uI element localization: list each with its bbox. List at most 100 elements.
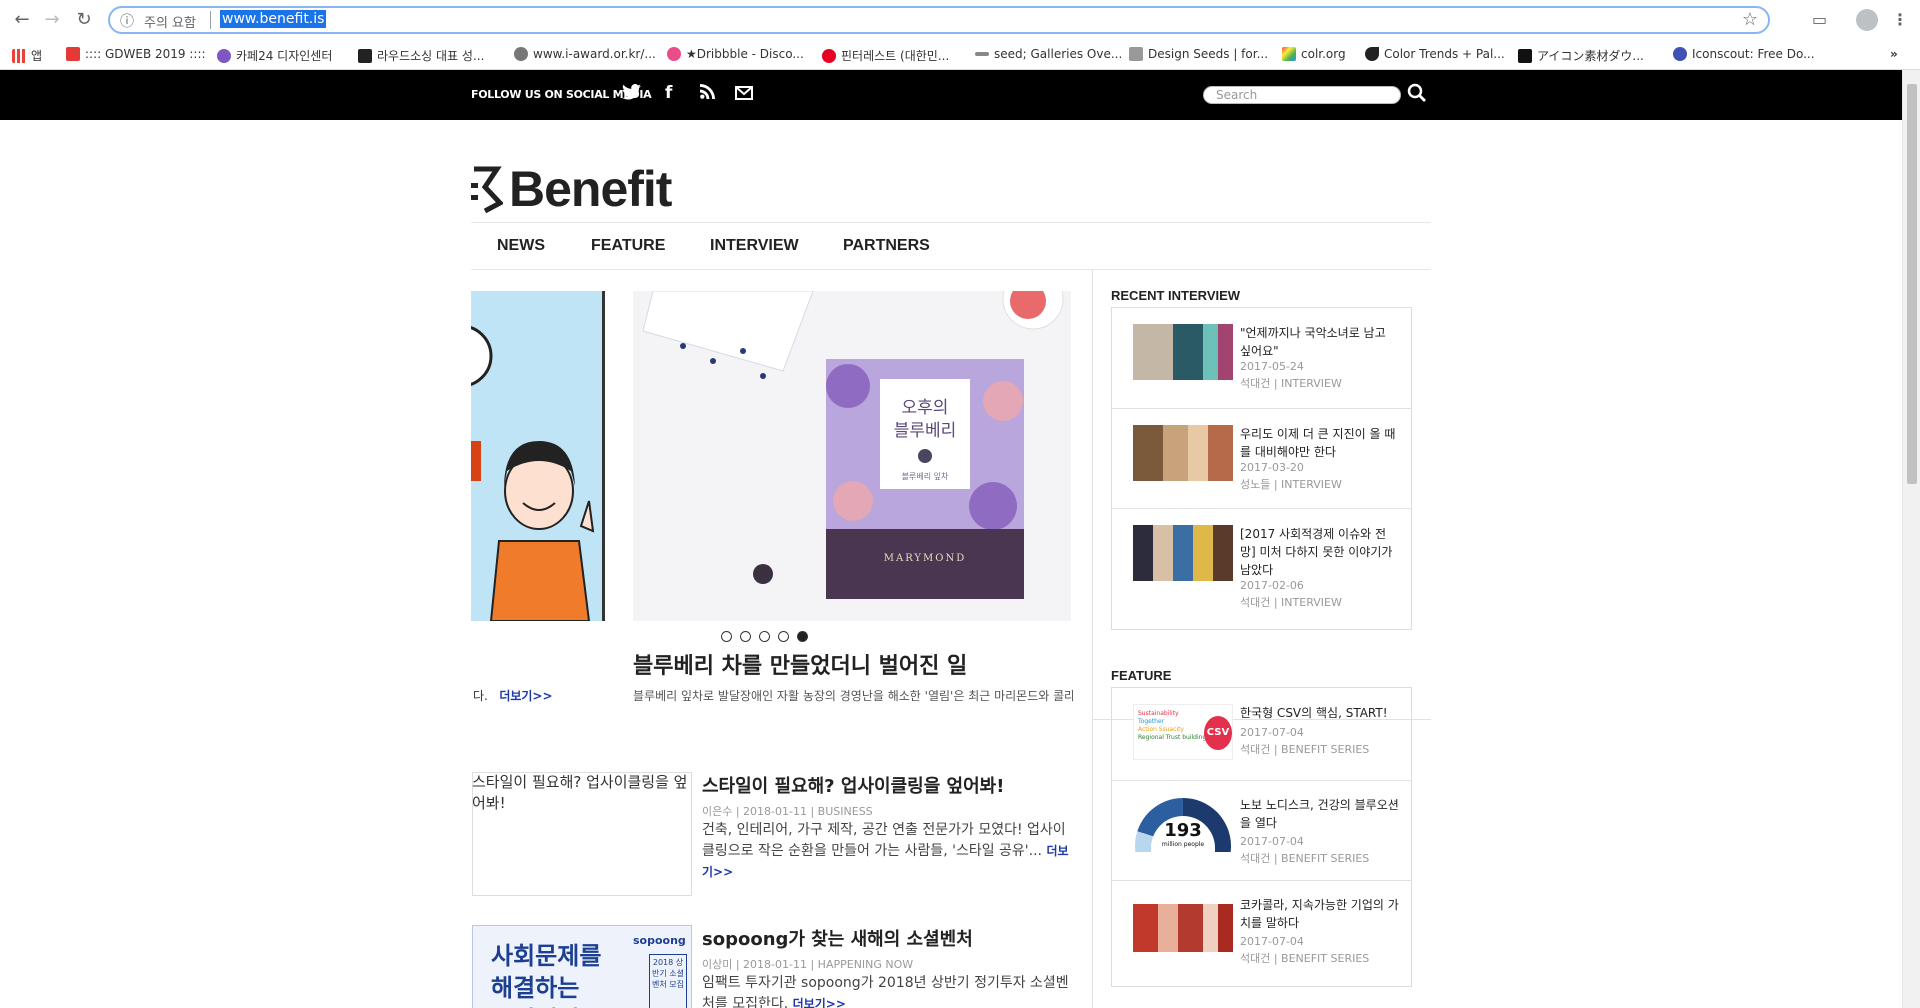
bookmark-cafe24[interactable]: 카페24 디자인센터 bbox=[217, 47, 332, 64]
slider-dot[interactable] bbox=[778, 631, 789, 642]
product-small-text: 블루베리 잎차 bbox=[902, 471, 949, 481]
thumb-number: 193 bbox=[1164, 820, 1202, 841]
twitter-icon[interactable] bbox=[622, 84, 641, 105]
nav-news[interactable]: NEWS bbox=[497, 237, 545, 255]
bookmark-apps[interactable]: 앱 bbox=[12, 47, 42, 64]
slider-dot[interactable] bbox=[759, 631, 770, 642]
thumb-caption: million people bbox=[1161, 841, 1205, 848]
rss-icon[interactable] bbox=[700, 84, 715, 104]
more-link[interactable]: 더보기>> bbox=[499, 689, 552, 703]
feature-date: 2017-07-04 bbox=[1240, 835, 1304, 848]
product-brand: MARYMOND bbox=[884, 553, 967, 564]
scrollbar-thumb[interactable] bbox=[1907, 84, 1917, 484]
image-headline-line: 해결하는 bbox=[491, 974, 580, 1002]
address-bar[interactable]: ⓘ 주의 요함 www.benefit.is ☆ bbox=[108, 6, 1770, 34]
interview-thumbnail bbox=[1133, 525, 1233, 581]
bookmark-pinterest[interactable]: 핀터레스트 (대한민... bbox=[822, 47, 949, 64]
interview-thumbnail bbox=[1133, 425, 1233, 481]
feature-thumbnail bbox=[1133, 904, 1233, 952]
interview-byline: 성노들 | INTERVIEW bbox=[1240, 478, 1342, 491]
bookmark-label: Design Seeds | for... bbox=[1148, 47, 1269, 61]
article-title[interactable]: 스타일이 필요해? 업사이클링을 엎어봐! bbox=[702, 772, 1004, 798]
divider bbox=[471, 222, 1431, 223]
feature-item[interactable]: 코카콜라, 지속가능한 기업의 가치를 말하다 2017-07-04 석대건 |… bbox=[1133, 896, 1403, 966]
iconscout-icon bbox=[1673, 47, 1687, 61]
image-headline-line: 소셜벤처 bbox=[491, 1004, 601, 1008]
slide-gap bbox=[605, 291, 633, 621]
article-image[interactable]: 사회문제를해결하는소셜벤처 sopoong 2018 상반기 소셜벤처 모집 bbox=[472, 925, 692, 1008]
feature-item[interactable]: 193 million people 노보 노디스크, 건강의 블루오션을 열다… bbox=[1133, 796, 1403, 866]
facebook-icon[interactable]: f bbox=[665, 83, 672, 103]
bookmark-label: 라우드소싱 대표 성... bbox=[377, 49, 485, 63]
slide-title[interactable]: 블루베리 차를 만들었더니 벌어진 일 bbox=[633, 648, 967, 680]
bookmark-label: 앱 bbox=[31, 49, 43, 63]
address-separator bbox=[210, 11, 211, 29]
profile-avatar[interactable] bbox=[1856, 9, 1878, 31]
bookmark-icon-sozai[interactable]: アイコン素材ダウ... bbox=[1518, 47, 1644, 64]
mail-icon[interactable] bbox=[735, 85, 753, 105]
forward-icon[interactable]: → bbox=[40, 8, 64, 32]
interview-byline: 석대건 | INTERVIEW bbox=[1240, 377, 1342, 390]
interview-item[interactable]: "언제까지나 국악소녀로 남고 싶어요" 2017-05-24 석대건 | IN… bbox=[1133, 324, 1403, 394]
site-logo[interactable]: Benefit bbox=[471, 160, 672, 218]
hero-slider[interactable]: 오후의 블루베리 블루베리 잎차 MARYMOND bbox=[471, 291, 1071, 621]
interview-item[interactable]: 우리도 이제 더 큰 지진이 올 때를 대비해야만 한다 2017-03-20 … bbox=[1133, 425, 1403, 495]
divider bbox=[471, 269, 1431, 270]
page-scrollbar[interactable] bbox=[1902, 70, 1920, 1008]
reload-icon[interactable]: ↻ bbox=[72, 8, 96, 32]
logo-mark-icon bbox=[471, 166, 503, 213]
bookmarks-overflow-icon[interactable]: » bbox=[1890, 47, 1898, 61]
bookmark-designseeds[interactable]: Design Seeds | for... bbox=[1129, 47, 1268, 61]
feature-byline: 석대건 | BENEFIT SERIES bbox=[1240, 952, 1370, 965]
interview-item[interactable]: [2017 사회적경제 이슈와 전망] 미처 다하지 못한 이야기가 남았다 2… bbox=[1133, 525, 1403, 615]
star-icon[interactable]: ☆ bbox=[1742, 9, 1758, 30]
interview-date: 2017-02-06 bbox=[1240, 579, 1304, 592]
column-divider bbox=[1092, 270, 1093, 1008]
gdweb-icon bbox=[66, 47, 80, 61]
nav-interview[interactable]: INTERVIEW bbox=[710, 237, 799, 255]
bookmark-loud[interactable]: 라우드소싱 대표 성... bbox=[358, 47, 484, 64]
social-bar: FOLLOW US ON SOCIAL MEDIA f Search bbox=[0, 70, 1902, 120]
bookmark-iconscout[interactable]: Iconscout: Free Do... bbox=[1673, 47, 1815, 61]
slider-dot[interactable] bbox=[740, 631, 751, 642]
cast-icon[interactable]: ▭ bbox=[1812, 10, 1827, 29]
more-link[interactable]: 더보기>> bbox=[793, 997, 846, 1008]
feature-title: 한국형 CSV의 핵심, START! bbox=[1240, 706, 1388, 720]
security-label: 주의 요함 bbox=[144, 16, 196, 31]
slide-summary: 블루베리 잎차로 발달장애인 자활 농장의 경영난을 해소한 '열림'은 최근 … bbox=[633, 689, 1073, 703]
back-icon[interactable]: ← bbox=[10, 8, 34, 32]
loud-icon bbox=[358, 48, 372, 63]
article-title[interactable]: sopoong가 찾는 새해의 소셜벤처 bbox=[702, 925, 973, 951]
interview-title: "언제까지나 국악소녀로 남고 싶어요" bbox=[1240, 326, 1386, 358]
menu-icon[interactable]: ⋮ bbox=[1892, 10, 1908, 29]
feature-item[interactable]: Sustainability Together Action Ssuacity Reg… bbox=[1133, 704, 1403, 774]
bookmark-label: ★Dribbble - Disco... bbox=[686, 47, 804, 61]
slider-dot[interactable] bbox=[721, 631, 732, 642]
csv-words: Sustainability Together Action Ssuacity Reg… bbox=[1138, 710, 1206, 742]
article-summary-text: 임팩트 투자기관 sopoong가 2018년 상반기 정기투자 소셜벤처를 모… bbox=[702, 975, 1069, 1008]
nav-partners[interactable]: PARTNERS bbox=[843, 237, 930, 255]
bookmark-seed[interactable]: seed; Galleries Ove... bbox=[975, 47, 1122, 61]
image-badge: 2018 상반기 소셜벤처 모집 bbox=[649, 954, 687, 1008]
bookmark-dribbble[interactable]: ★Dribbble - Disco... bbox=[667, 47, 804, 61]
bookmark-colr[interactable]: colr.org bbox=[1282, 47, 1346, 61]
search-input[interactable]: Search bbox=[1203, 86, 1401, 104]
nav-feature[interactable]: FEATURE bbox=[591, 237, 665, 255]
interview-title: [2017 사회적경제 이슈와 전망] 미처 다하지 못한 이야기가 남았다 bbox=[1240, 527, 1393, 577]
csv-word: Together bbox=[1138, 718, 1165, 725]
browser-toolbar: ← → ↻ ⓘ 주의 요함 www.benefit.is ☆ ▭ ⋮ bbox=[0, 0, 1920, 40]
image-brand-tag: sopoong bbox=[633, 934, 686, 947]
bookmark-label: colr.org bbox=[1301, 47, 1346, 61]
cafe24-icon bbox=[217, 48, 231, 63]
bookmark-iaward[interactable]: www.i-award.or.kr/... bbox=[514, 47, 656, 61]
bookmark-colortrends[interactable]: Color Trends + Pal... bbox=[1365, 47, 1505, 61]
interview-thumbnail bbox=[1133, 324, 1233, 380]
feature-heading: FEATURE bbox=[1111, 668, 1172, 683]
slider-dot[interactable] bbox=[797, 631, 808, 642]
bookmark-gdweb[interactable]: :::: GDWEB 2019 :::: bbox=[66, 47, 206, 61]
article-meta: 이은수 | 2018-01-11 | BUSINESS bbox=[702, 805, 873, 818]
search-icon[interactable] bbox=[1407, 83, 1427, 108]
seed-icon bbox=[975, 52, 989, 56]
url-text[interactable]: www.benefit.is bbox=[220, 10, 327, 28]
info-icon[interactable]: ⓘ bbox=[120, 11, 134, 31]
